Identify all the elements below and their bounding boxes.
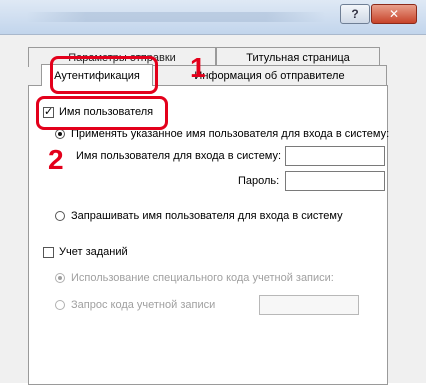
apply-username-radio[interactable] [55, 129, 65, 139]
close-icon: ✕ [388, 7, 400, 21]
close-button[interactable]: ✕ [371, 4, 417, 24]
window-title [26, 12, 326, 22]
login-name-label: Имя пользователя для входа в систему: [76, 150, 282, 162]
ask-username-radio-row[interactable]: Запрашивать имя пользователя для входа в… [55, 210, 343, 222]
help-icon: ? [351, 7, 359, 21]
job-accounting-checkbox[interactable] [43, 246, 54, 258]
request-code-label: Запрос кода учетной записи [71, 299, 216, 311]
callout-box-step2 [36, 96, 168, 130]
help-button[interactable]: ? [340, 4, 370, 24]
job-accounting-label: Учет заданий [59, 246, 128, 258]
password-input[interactable] [285, 171, 385, 191]
use-code-radio[interactable] [55, 273, 65, 283]
ask-username-radio[interactable] [55, 211, 65, 221]
tab-title-page[interactable]: Титульная страница [216, 47, 380, 67]
use-code-radio-row[interactable]: Использование специального кода учетной … [55, 272, 334, 284]
request-code-radio[interactable] [55, 300, 65, 310]
request-code-radio-row[interactable]: Запрос кода учетной записи [55, 299, 215, 311]
tab-sender-info[interactable]: Информация об отправителе [153, 65, 387, 85]
account-code-input[interactable] [259, 295, 359, 315]
auth-panel: Имя пользователя Применять указанное имя… [28, 85, 389, 385]
use-code-label: Использование специального кода учетной … [71, 272, 334, 284]
callout-number-step2: 2 [48, 144, 64, 175]
ask-username-label: Запрашивать имя пользователя для входа в… [71, 210, 343, 222]
title-bar: ? ✕ [0, 0, 426, 35]
callout-box-step1 [50, 56, 158, 94]
password-label: Пароль: [238, 175, 280, 187]
callout-number-step1: 1 [190, 52, 206, 83]
login-name-input[interactable] [285, 146, 385, 166]
job-accounting-checkbox-row[interactable]: Учет заданий [43, 246, 128, 258]
